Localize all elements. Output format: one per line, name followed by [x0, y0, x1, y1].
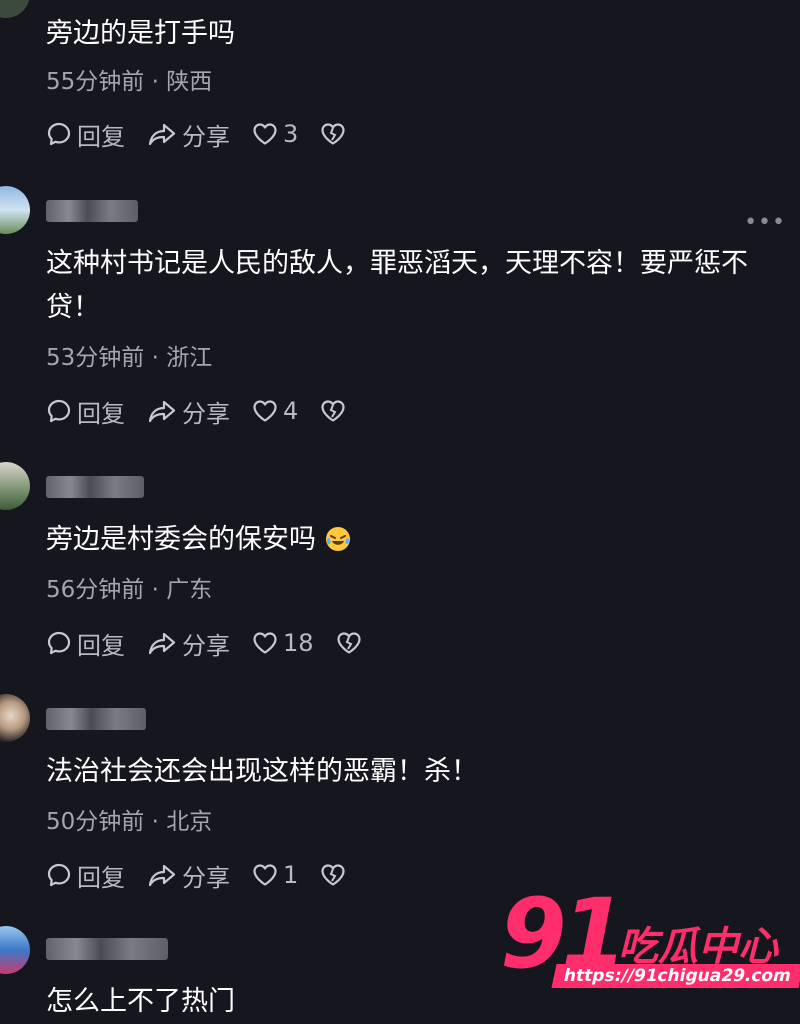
like-count: 1: [283, 861, 299, 889]
avatar[interactable]: [0, 186, 30, 234]
broken-heart-icon: [321, 123, 345, 145]
comment-meta: 55分钟前 · 陕西: [46, 69, 213, 95]
like-count: 3: [283, 120, 299, 148]
comment-bubble-icon: [47, 863, 71, 887]
heart-icon: [253, 400, 277, 422]
avatar[interactable]: [0, 926, 30, 974]
heart-icon: [253, 123, 277, 145]
comment-meta: 56分钟前 · 广东: [46, 577, 213, 603]
heart-icon: [253, 864, 277, 886]
comment-bubble-icon: [47, 631, 71, 655]
comment-bubble-icon: [47, 399, 71, 423]
share-arrow-icon: [148, 632, 176, 655]
heart-icon: [253, 632, 277, 654]
share-button[interactable]: 分享: [147, 117, 230, 152]
reply-button[interactable]: 回复: [46, 858, 125, 893]
comment-meta: 53分钟前 · 浙江: [46, 345, 213, 371]
dislike-button[interactable]: [320, 122, 351, 146]
avatar[interactable]: [0, 0, 30, 18]
username-blurred[interactable]: [46, 708, 146, 730]
like-count: 18: [283, 629, 314, 657]
comment-text: 旁边的是打手吗: [46, 18, 235, 49]
site-watermark-logo: 91 吃瓜中心 https://91chigua29.com: [500, 886, 800, 996]
share-arrow-icon: [148, 400, 176, 423]
comment-list: 旁边的是打手吗 55分钟前 · 陕西 回复 分享 3 ••• 这种村书记是人民的…: [0, 0, 800, 1024]
share-label: 分享: [182, 399, 230, 428]
dislike-button[interactable]: [320, 399, 351, 423]
comment-text: 法治社会还会出现这样的恶霸！杀！: [46, 756, 478, 787]
like-button[interactable]: 18: [252, 629, 314, 657]
broken-heart-icon: [336, 632, 361, 654]
reply-label: 回复: [77, 122, 125, 151]
comment-text: 这种村书记是人民的敌人，罪恶滔天，天理不容！要严惩不贷！: [46, 248, 748, 323]
comment-text: 旁边是村委会的保安吗: [46, 518, 786, 562]
dislike-button[interactable]: [336, 631, 367, 655]
reply-button[interactable]: 回复: [46, 117, 125, 152]
share-button[interactable]: 分享: [147, 626, 230, 661]
comment-bubble-icon: [47, 122, 71, 146]
like-count: 4: [283, 397, 299, 425]
share-label: 分享: [182, 631, 230, 660]
broken-heart-icon: [321, 864, 345, 886]
username-blurred[interactable]: [46, 200, 138, 222]
reply-label: 回复: [77, 863, 125, 892]
share-arrow-icon: [148, 864, 176, 887]
comment-actions: 回复 分享 4: [46, 394, 373, 429]
like-button[interactable]: 4: [252, 397, 298, 425]
reply-button[interactable]: 回复: [46, 394, 125, 429]
avatar[interactable]: [0, 462, 30, 510]
comment-text-content: 旁边是村委会的保安吗: [46, 524, 316, 555]
comment-actions: 回复 分享 3: [46, 117, 373, 152]
share-arrow-icon: [148, 123, 176, 146]
watermark-url: https://91chigua29.com: [551, 964, 800, 988]
username-blurred[interactable]: [46, 476, 144, 498]
like-button[interactable]: 1: [252, 861, 298, 889]
comment-meta: 50分钟前 · 北京: [46, 809, 213, 835]
more-dots-icon[interactable]: •••: [744, 212, 786, 234]
laughing-crying-emoji: [325, 527, 350, 551]
share-label: 分享: [182, 863, 230, 892]
username-blurred[interactable]: [46, 938, 168, 960]
reply-label: 回复: [77, 399, 125, 428]
comment-actions: 回复 分享 18: [46, 626, 389, 661]
reply-button[interactable]: 回复: [46, 626, 125, 661]
avatar[interactable]: [0, 694, 30, 742]
like-button[interactable]: 3: [252, 120, 298, 148]
dislike-button[interactable]: [320, 863, 351, 887]
broken-heart-icon: [321, 400, 345, 422]
share-button[interactable]: 分享: [147, 858, 230, 893]
share-label: 分享: [182, 122, 230, 151]
share-button[interactable]: 分享: [147, 394, 230, 429]
comment-actions: 回复 分享 1: [46, 858, 373, 893]
reply-label: 回复: [77, 631, 125, 660]
